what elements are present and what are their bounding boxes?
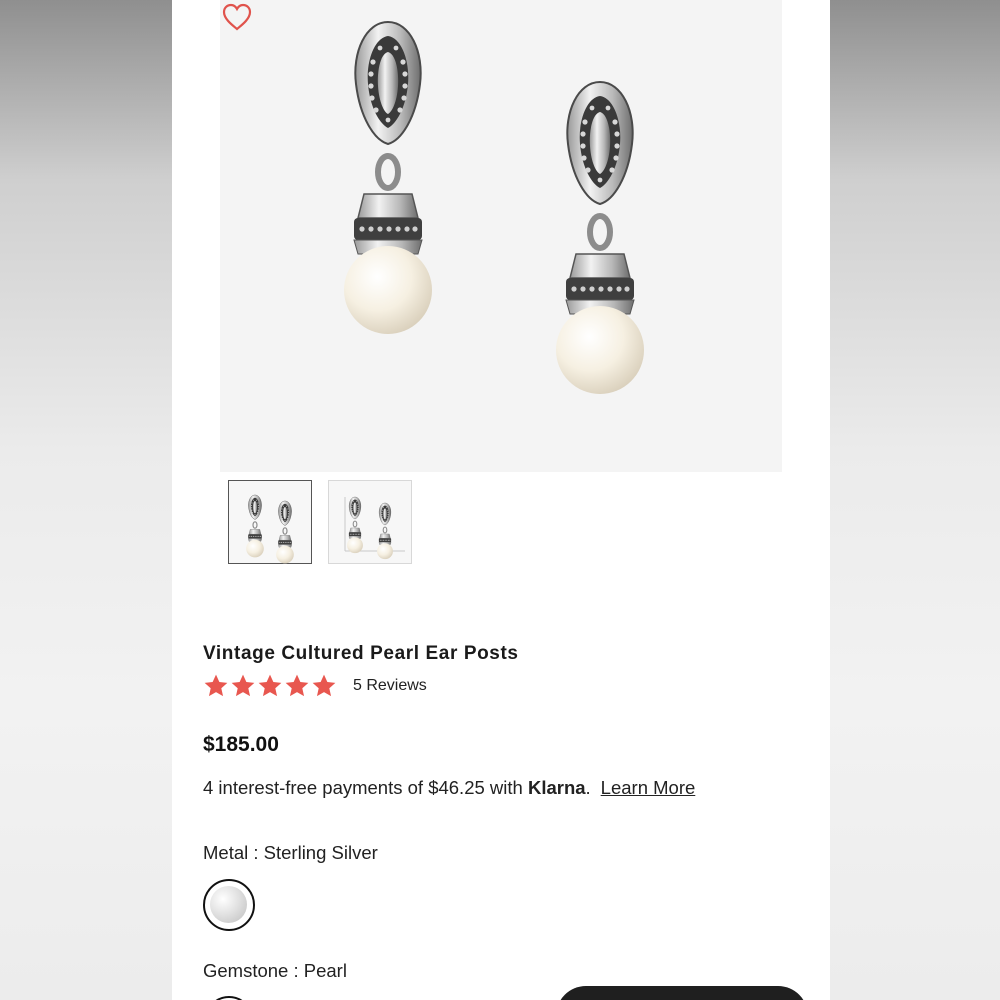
star-rating [203, 673, 337, 699]
thumbnail-product-with-ruler[interactable] [328, 480, 412, 564]
metal-swatch-sterling-silver[interactable] [203, 879, 255, 931]
learn-more-link[interactable]: Learn More [601, 777, 696, 798]
silver-swatch-fill [210, 886, 247, 923]
gemstone-option-label: Gemstone : Pearl [203, 960, 347, 981]
heart-icon[interactable] [220, 0, 254, 34]
product-title: Vintage Cultured Pearl Ear Posts [203, 643, 519, 664]
star-icon [231, 674, 255, 697]
earrings-thumbnail-image [245, 494, 295, 565]
rating-row: 5 Reviews [203, 673, 427, 699]
star-icon [312, 674, 336, 697]
klarna-installments: 4 interest-free payments of $46.25 with … [203, 777, 695, 799]
thumbnail-strip [228, 480, 412, 565]
earrings-ruler-thumbnail-image [344, 496, 405, 560]
product-main-image[interactable] [220, 0, 782, 472]
thumbnail-product-front[interactable] [228, 480, 312, 565]
star-icon [285, 674, 309, 697]
reviews-link[interactable]: 5 Reviews [353, 677, 427, 695]
gemstone-swatch-pearl[interactable] [205, 996, 253, 1000]
product-price: $185.00 [203, 733, 279, 756]
metal-option-label: Metal : Sterling Silver [203, 842, 378, 863]
earrings-image [220, 0, 782, 472]
right-backdrop [830, 0, 1000, 1000]
klarna-brand: Klarna [527, 777, 586, 798]
klarna-period: . [585, 777, 591, 798]
product-page: Vintage Cultured Pearl Ear Posts 5 Revie… [172, 0, 830, 1000]
star-icon [204, 674, 228, 697]
klarna-text: 4 interest-free payments of $46.25 with [203, 777, 528, 798]
floating-action-button[interactable] [556, 986, 808, 1000]
star-icon [258, 674, 282, 697]
left-backdrop [0, 0, 172, 1000]
